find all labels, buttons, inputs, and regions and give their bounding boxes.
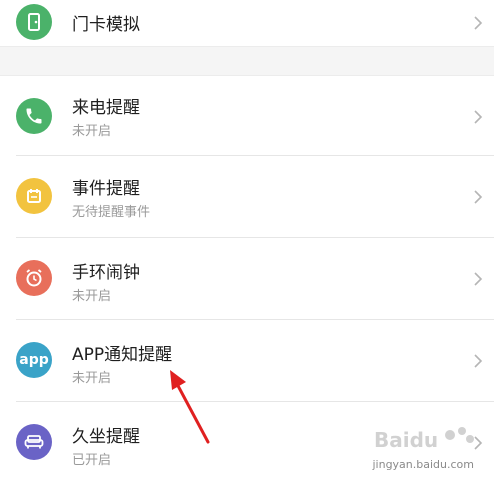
section-separator (0, 46, 494, 76)
door-card-icon (16, 4, 52, 40)
sedentary-reminder-title: 久坐提醒 (72, 427, 140, 447)
watermark-url: jingyan.baidu.com (372, 458, 474, 471)
menu-item-door-card[interactable]: 门卡模拟 (0, 0, 494, 46)
sofa-icon (16, 424, 52, 460)
chevron-right-icon (474, 272, 483, 286)
event-reminder-status: 无待提醒事件 (72, 205, 151, 220)
chevron-right-icon (474, 16, 483, 30)
app-notification-status: 未开启 (72, 371, 112, 386)
alarm-clock-icon (16, 260, 52, 296)
band-alarm-status: 未开启 (72, 289, 112, 304)
sedentary-reminder-status: 已开启 (72, 453, 112, 468)
watermark-brand: Baidu (374, 428, 438, 452)
app-icon-label: app (19, 352, 49, 368)
menu-item-event-reminder[interactable]: 事件提醒 无待提醒事件 (0, 156, 494, 238)
calendar-icon (16, 178, 52, 214)
event-reminder-title: 事件提醒 (72, 179, 140, 199)
app-icon: app (16, 342, 52, 378)
phone-icon (16, 98, 52, 134)
menu-item-app-notification[interactable]: app APP通知提醒 未开启 (0, 320, 494, 402)
app-notification-title: APP通知提醒 (72, 345, 173, 365)
chevron-right-icon (474, 110, 483, 124)
door-card-title: 门卡模拟 (72, 15, 140, 35)
menu-item-call-reminder[interactable]: 来电提醒 未开启 (0, 76, 494, 158)
call-reminder-title: 来电提醒 (72, 98, 140, 118)
call-reminder-status: 未开启 (72, 124, 112, 139)
band-alarm-title: 手环闹钟 (72, 263, 140, 283)
menu-item-band-alarm[interactable]: 手环闹钟 未开启 (0, 238, 494, 320)
settings-screen: 门卡模拟 来电提醒 未开启 事件提醒 无待提醒事件 手环闹钟 未开启 app A… (0, 0, 494, 485)
chevron-right-icon (474, 190, 483, 204)
chevron-right-icon (474, 354, 483, 368)
